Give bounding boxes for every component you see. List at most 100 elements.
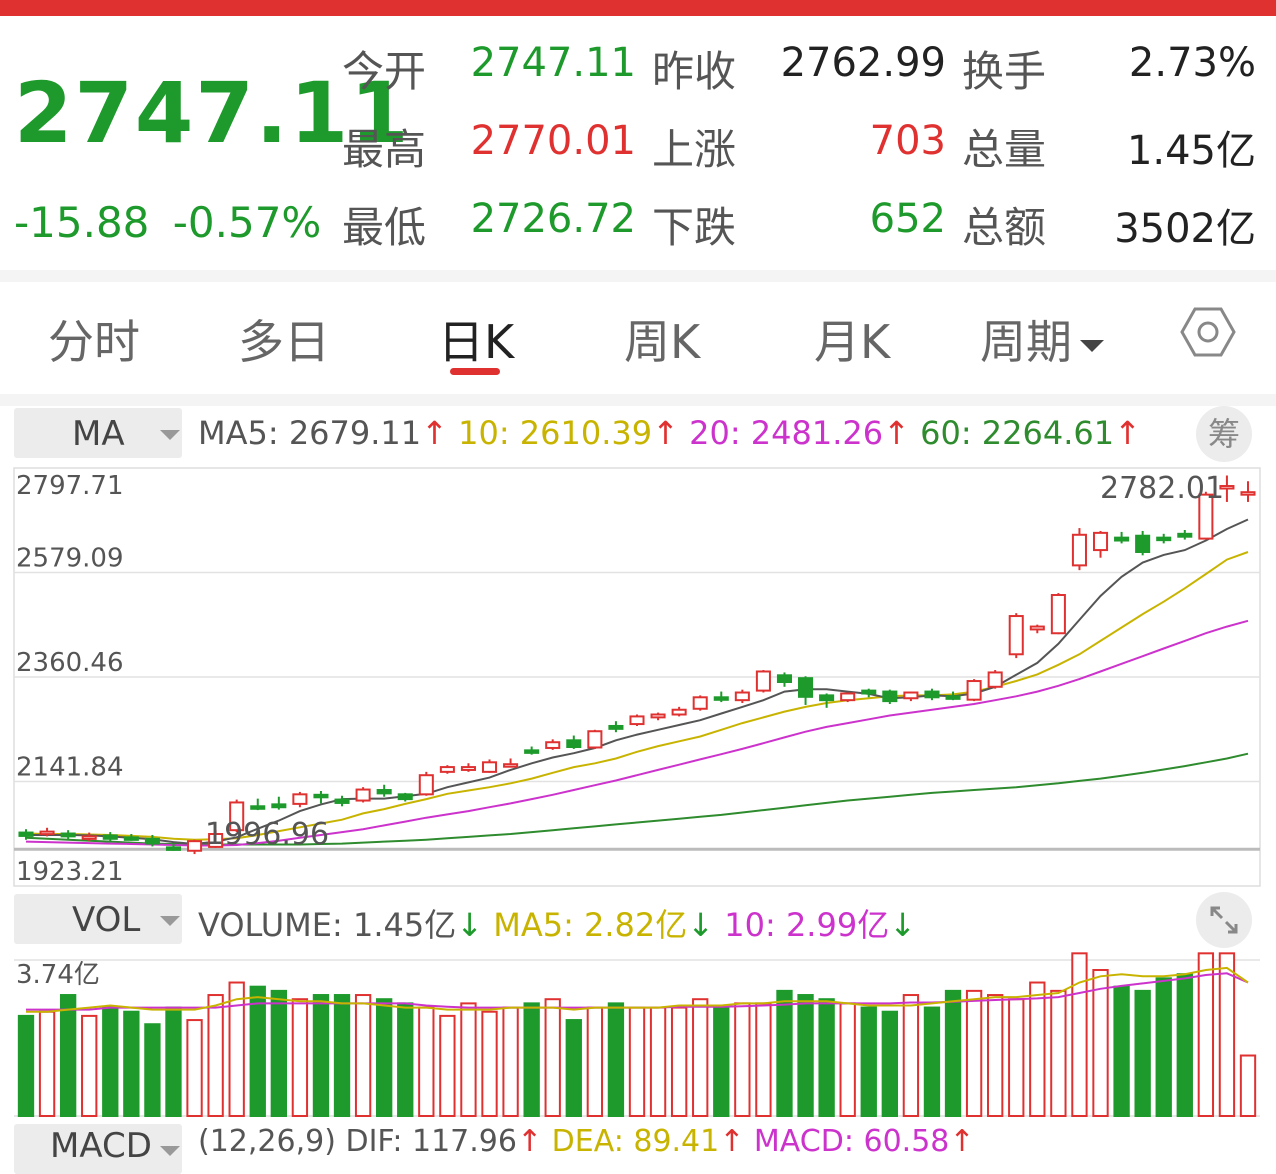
volume-bar <box>965 989 983 1117</box>
candle <box>987 670 1003 689</box>
down-arrow-icon: ↓ <box>456 906 484 944</box>
candle-body <box>144 837 160 845</box>
volume-bar <box>1029 981 1046 1118</box>
vol-ma10-value: 10: 2.99亿 <box>724 906 890 944</box>
candle <box>418 771 434 796</box>
candle <box>187 839 203 855</box>
y-tick-label: 2360.46 <box>16 648 124 678</box>
candle-body <box>587 730 603 749</box>
volume-bar <box>228 981 245 1118</box>
decline-count: 652 <box>869 196 946 242</box>
volume-value: VOLUME: 1.45亿 <box>198 906 457 944</box>
up-arrow-icon: ↑ <box>652 414 679 452</box>
candle-body <box>376 789 392 795</box>
ma-indicator-select[interactable]: MA <box>14 408 182 458</box>
divider <box>0 394 1276 406</box>
candle <box>524 746 540 755</box>
turnover-value: 2.73% <box>1128 40 1256 86</box>
up-arrow-icon: ↑ <box>949 1124 975 1159</box>
volume-bar <box>523 1002 540 1118</box>
candle <box>481 759 498 773</box>
tab-period-dropdown[interactable]: 周期 <box>980 306 1104 372</box>
macd-value: MACD: 60.58 <box>753 1124 950 1159</box>
volume-bar <box>860 1006 877 1117</box>
volume-label: 总量 <box>962 125 1047 174</box>
candle <box>355 787 371 803</box>
candle-body <box>503 763 519 768</box>
candle-body <box>545 741 561 749</box>
candle <box>1114 531 1130 544</box>
chip-distribution-button[interactable]: 筹 <box>1196 406 1252 462</box>
high-label: 最高 <box>342 125 427 174</box>
candle-body <box>1092 531 1109 552</box>
candle-body <box>903 691 919 700</box>
volume-bar <box>1176 973 1193 1117</box>
volume-bar <box>1155 977 1172 1118</box>
candle <box>1071 528 1087 571</box>
volume-bar <box>312 994 330 1118</box>
volume-bar <box>397 1002 414 1118</box>
up-arrow-icon: ↑ <box>516 1124 543 1159</box>
candle-body <box>692 696 708 710</box>
candle-body <box>81 835 97 840</box>
tab-monthly-k[interactable]: 月K <box>814 306 890 372</box>
macd-select-label: MACD <box>50 1126 152 1166</box>
volume-bar <box>902 994 920 1118</box>
candle <box>313 790 329 804</box>
candle-body <box>1029 625 1045 631</box>
price-change: -15.88 -0.57% <box>14 198 321 247</box>
candle-body <box>355 788 371 802</box>
candle-body <box>187 840 203 852</box>
candle <box>545 739 561 750</box>
candle <box>798 676 814 705</box>
y-tick-label: 2579.09 <box>16 543 124 573</box>
volume-bar <box>123 1010 140 1117</box>
volume-bar <box>1134 989 1151 1117</box>
change-value: -15.88 <box>14 198 150 247</box>
candle <box>1177 529 1193 540</box>
expand-button[interactable] <box>1196 892 1252 948</box>
candle-body <box>165 846 182 851</box>
volume-bar <box>144 1023 161 1117</box>
prev-close-value: 2762.99 <box>780 40 946 86</box>
amount-label: 总额 <box>962 203 1047 252</box>
macd-indicator-select[interactable]: MACD <box>14 1124 182 1174</box>
max-price-label: 2782.01 <box>1100 471 1224 506</box>
candle <box>1008 613 1024 659</box>
volume-bar <box>1071 952 1088 1118</box>
volume-bar <box>692 998 709 1117</box>
prev-close-label: 昨收 <box>652 47 737 96</box>
candle <box>397 792 413 802</box>
candle-body <box>861 689 877 695</box>
volume-bar <box>923 1006 941 1117</box>
volume-bar <box>818 998 835 1117</box>
candle <box>861 688 877 698</box>
volume-bar <box>418 1006 435 1117</box>
candle <box>924 688 940 701</box>
candle <box>882 689 898 704</box>
candle-body <box>460 766 476 771</box>
candle-body <box>840 692 856 702</box>
tab-daily-k[interactable]: 日K <box>438 306 514 372</box>
candle <box>587 729 603 749</box>
chevron-down-icon <box>160 916 180 926</box>
volume-bar <box>354 994 372 1118</box>
ma-legend: MA5: 2679.11↑ 10: 2610.39↑ 20: 2481.26↑ … <box>198 414 1141 452</box>
volume-bar <box>249 985 266 1117</box>
candle-body <box>713 696 729 701</box>
up-arrow-icon: ↑ <box>883 414 910 452</box>
ma5-line <box>26 518 1249 846</box>
volume-bar <box>38 1010 56 1117</box>
tab-multi-day[interactable]: 多日 <box>238 306 330 372</box>
candlestick-chart[interactable]: 2797.71 2579.09 2360.46 2141.84 1923.21 2782.… <box>0 466 1276 892</box>
tab-weekly-k[interactable]: 周K <box>624 306 700 372</box>
ma-select-label: MA <box>72 414 125 454</box>
vol-indicator-select[interactable]: VOL <box>14 894 182 944</box>
candle <box>1050 593 1066 635</box>
candle <box>460 763 476 772</box>
volume-bar <box>944 989 962 1117</box>
volume-bar <box>628 1006 646 1117</box>
gear-icon[interactable] <box>1180 304 1236 360</box>
candle-body <box>102 834 118 840</box>
tab-intraday[interactable]: 分时 <box>48 306 140 372</box>
